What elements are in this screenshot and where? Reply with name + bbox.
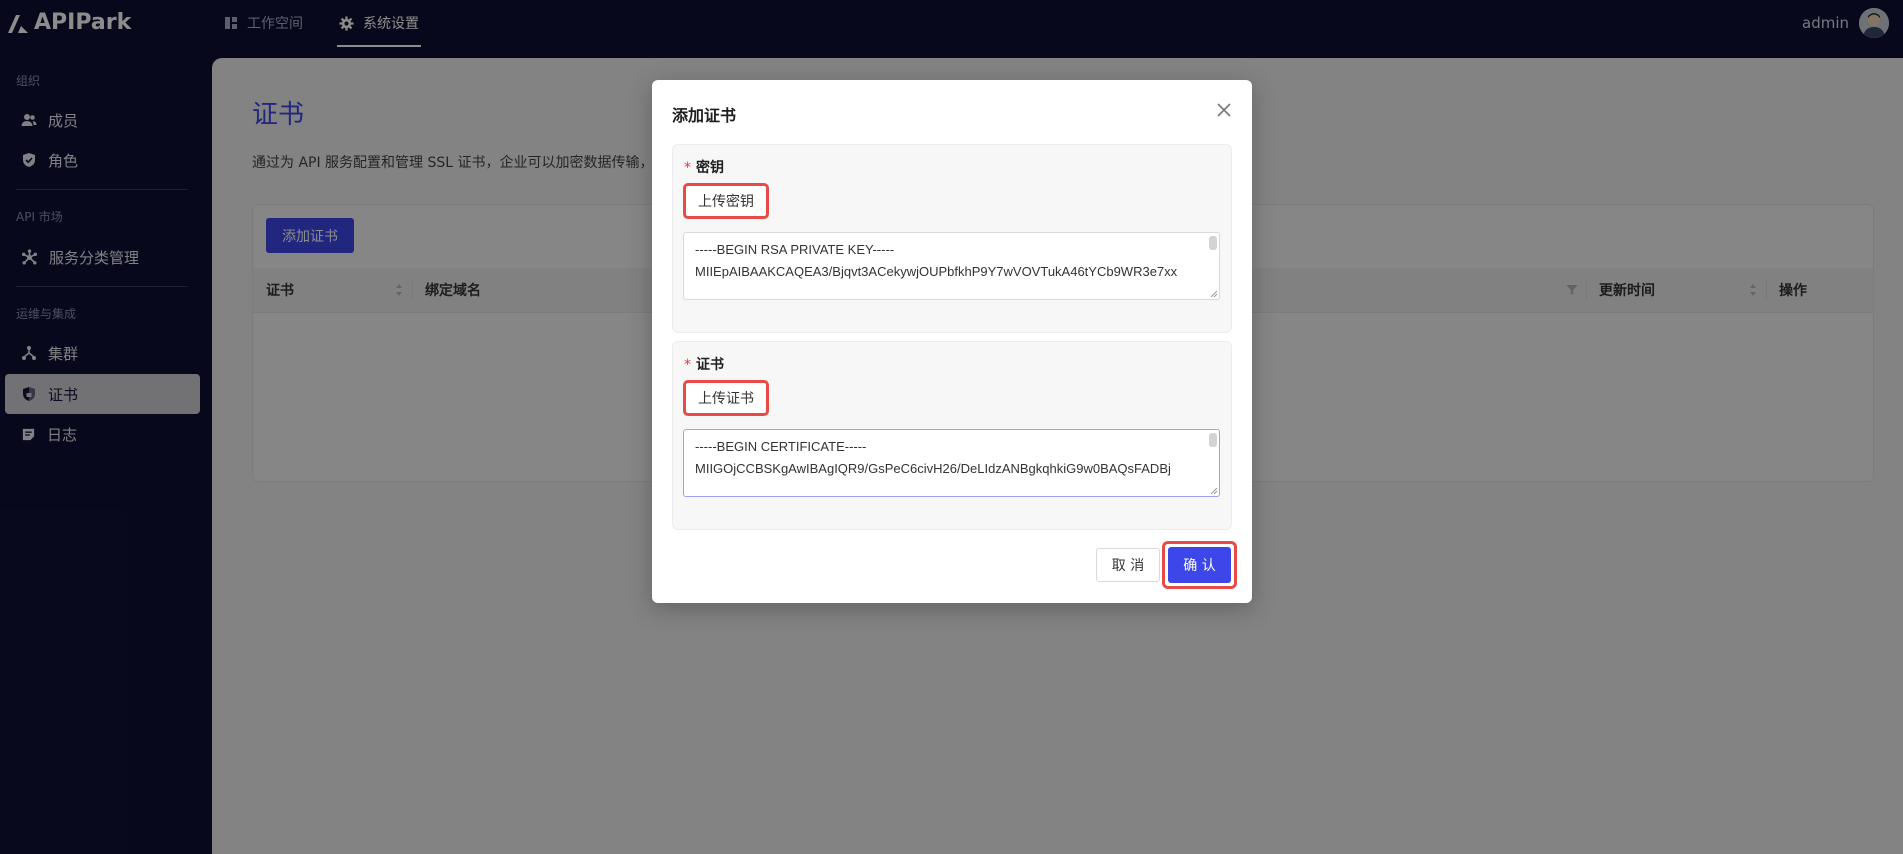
private-key-label-text: 密钥 [696,160,724,176]
upload-key-button[interactable]: 上传密钥 [683,183,769,219]
scrollbar[interactable] [1209,433,1217,447]
add-certificate-modal: 添加证书 * 密钥 上传密钥 -----BEGIN RSA PRIVATE KEY… [652,80,1252,603]
private-key-label: * 密钥 [684,157,724,177]
upload-certificate-button[interactable]: 上传证书 [683,380,769,416]
certificate-textarea[interactable]: -----BEGIN CERTIFICATE----- MIIGOjCCBSKg… [683,429,1220,497]
private-key-textarea[interactable]: -----BEGIN RSA PRIVATE KEY----- MIIEpAIB… [683,232,1220,300]
certificate-label: * 证书 [684,354,724,374]
confirm-button[interactable]: 确 认 [1168,547,1231,583]
modal-title: 添加证书 [672,106,737,125]
scrollbar[interactable] [1209,236,1217,250]
resize-handle-icon[interactable] [1210,487,1218,495]
resize-handle-icon[interactable] [1210,290,1218,298]
private-key-text: -----BEGIN RSA PRIVATE KEY----- MIIEpAIB… [695,242,1178,279]
close-icon[interactable] [1214,100,1234,120]
required-mark: * [684,357,691,373]
private-key-field: * 密钥 上传密钥 -----BEGIN RSA PRIVATE KEY-----… [672,144,1232,333]
certificate-label-text: 证书 [696,357,724,373]
certificate-field: * 证书 上传证书 -----BEGIN CERTIFICATE----- MII… [672,341,1232,530]
certificate-text: -----BEGIN CERTIFICATE----- MIIGOjCCBSKg… [695,439,1171,476]
cancel-button[interactable]: 取 消 [1096,548,1160,582]
required-mark: * [684,160,691,176]
